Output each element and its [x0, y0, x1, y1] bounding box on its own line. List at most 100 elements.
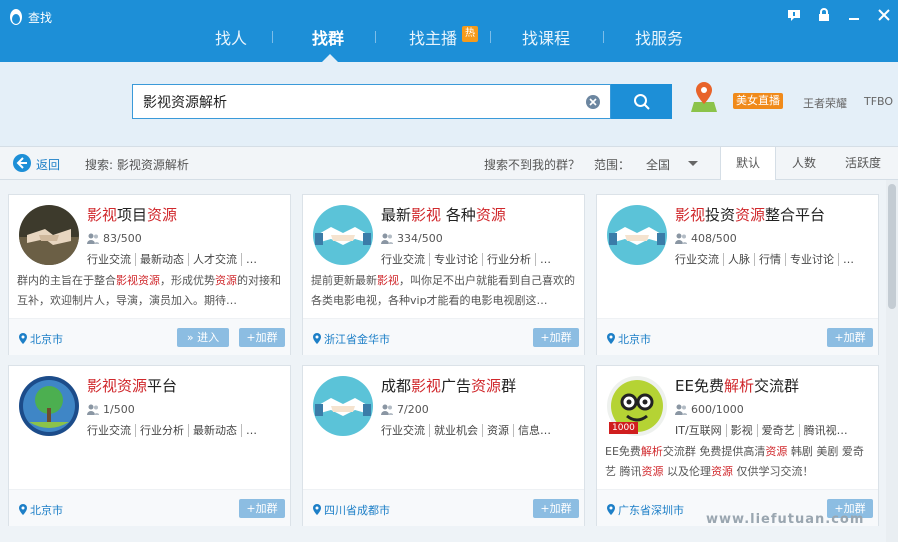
find-window: 查找 找人 找群 找主播 热 找课程 找服务 美女直播 王者荣耀 TFBO 返回… — [0, 0, 898, 542]
scrollbar-thumb[interactable] — [888, 184, 896, 309]
group-name-part: 影视 — [411, 206, 442, 224]
group-name[interactable]: 影视项目资源 — [87, 204, 177, 225]
group-name-part: 解析 — [723, 377, 754, 395]
group-avatar[interactable] — [607, 205, 667, 265]
group-tag: 最新动态 — [189, 424, 242, 437]
member-count-value: 600/1000 — [691, 403, 744, 416]
member-count: 83/500 — [87, 232, 142, 245]
join-group-button[interactable]: +加群 — [239, 328, 285, 347]
group-tags: 行业交流 最新动态 人才交流… — [87, 251, 287, 267]
group-tag: 专业讨论 — [430, 253, 483, 266]
close-icon[interactable] — [877, 8, 891, 22]
join-group-button[interactable]: +加群 — [239, 499, 285, 518]
join-group-button[interactable]: +加群 — [533, 499, 579, 518]
search-box — [132, 84, 611, 119]
group-card[interactable]: 影视投资资源整合平台 408/500 行业交流 人脉 行情 专业讨论 … 北京市 +加群 — [596, 194, 879, 355]
group-tag: IT/互联网 — [675, 424, 727, 437]
clear-icon[interactable] — [585, 94, 601, 110]
nav-divider — [603, 31, 604, 43]
location-text: 广东省深圳市 — [618, 504, 684, 517]
tab-find-courses[interactable]: 找课程 — [522, 25, 570, 49]
back-arrow-icon[interactable] — [12, 153, 32, 173]
group-location: 广东省深圳市 — [607, 502, 684, 518]
group-name-part: 资源 — [475, 206, 506, 224]
group-card[interactable]: 成都影视广告资源群 7/200 行业交流 就业机会 资源 信息… 四川省成都市 +加群 — [302, 365, 585, 526]
not-found-link[interactable]: 搜索不到我的群？ — [484, 156, 580, 173]
tab-find-groups[interactable]: 找群 — [312, 25, 344, 49]
promo-link[interactable]: TFBO — [864, 95, 893, 108]
search-input[interactable] — [143, 93, 573, 111]
nav-divider — [490, 31, 491, 43]
card-footer: 北京市 +加群 — [597, 318, 878, 355]
group-tag: … — [843, 253, 854, 266]
sort-tab-activity[interactable]: 活跃度 — [832, 147, 894, 179]
description-part: 仅供学习交流！ — [733, 465, 814, 478]
group-avatar[interactable] — [19, 376, 79, 436]
enter-button[interactable]: » 进入 — [177, 328, 229, 347]
group-description: 群内的主旨在于整合影视资源，形成优势资源的对接和互补，欢迎制片人，导演，演员加入… — [17, 271, 283, 311]
results-toolbar: 返回 搜索: 影视资源解析 搜索不到我的群？ 范围： 全国 默认 人数 活跃度 — [0, 146, 898, 180]
group-tag: 行业分析 — [483, 253, 536, 266]
join-group-button[interactable]: +加群 — [533, 328, 579, 347]
back-link[interactable]: 返回 — [36, 156, 60, 173]
group-name[interactable]: 最新影视 各种资源 — [381, 204, 506, 225]
group-name[interactable]: 成都影视广告资源群 — [381, 375, 516, 396]
group-name-part: 整合平台 — [765, 206, 826, 224]
map-pin-icon[interactable] — [690, 80, 718, 114]
search-area: 美女直播 王者荣耀 TFBO — [0, 62, 898, 146]
join-group-button[interactable]: +加群 — [827, 328, 873, 347]
sort-tab-members[interactable]: 人数 — [778, 147, 830, 179]
description-part: 影视资源 — [116, 274, 160, 287]
group-avatar[interactable] — [313, 205, 373, 265]
group-card[interactable]: 1000 EE免费解析交流群 600/1000 IT/互联网 影视 爱奇艺 腾讯视… EE免费… — [596, 365, 879, 526]
group-name-part: EE免费 — [675, 377, 724, 395]
group-card[interactable]: 影视资源平台 1/500 行业交流 行业分析 最新动态 … 北京市 +加群 — [8, 365, 291, 526]
member-count: 334/500 — [381, 232, 443, 245]
feedback-icon[interactable] — [787, 8, 801, 22]
group-card[interactable]: 最新影视 各种资源 334/500 行业交流 专业讨论 行业分析 … 提前更新最新影视，叫你… — [302, 194, 585, 355]
live-badge[interactable]: 美女直播 — [733, 93, 783, 109]
search-query-label: 搜索: 影视资源解析 — [85, 158, 189, 172]
group-tag: 行业交流 — [675, 253, 724, 266]
group-location: 北京市 — [607, 331, 651, 347]
group-tag: … — [246, 253, 257, 266]
description-part: EE免费 — [605, 445, 641, 458]
tab-find-streamers[interactable]: 找主播 — [409, 25, 457, 49]
promo-link[interactable]: 王者荣耀 — [803, 95, 847, 111]
chevron-down-icon[interactable] — [688, 161, 698, 166]
group-avatar[interactable] — [313, 376, 373, 436]
description-part: 资源 — [641, 465, 664, 478]
sort-tab-default[interactable]: 默认 — [720, 147, 776, 180]
group-name[interactable]: 影视投资资源整合平台 — [675, 204, 825, 225]
members-icon — [381, 403, 397, 416]
scope-select[interactable]: 全国 — [646, 156, 670, 173]
scrollbar[interactable] — [886, 180, 898, 542]
group-name[interactable]: 影视资源平台 — [87, 375, 177, 396]
group-card[interactable]: 影视项目资源 83/500 行业交流 最新动态 人才交流… 群内的主旨在于整合影视资源，形… — [8, 194, 291, 355]
lock-icon[interactable] — [817, 8, 831, 22]
group-location: 北京市 — [19, 502, 63, 518]
description-part: 资源 — [215, 274, 237, 287]
member-count: 1/500 — [87, 403, 135, 416]
search-icon — [634, 94, 650, 110]
tab-find-people[interactable]: 找人 — [215, 25, 247, 49]
group-name[interactable]: EE免费解析交流群 — [675, 375, 799, 396]
group-avatar[interactable] — [19, 205, 79, 265]
group-name-part: 广告 — [441, 377, 472, 395]
group-tags: 行业交流 专业讨论 行业分析… — [381, 251, 581, 267]
description-part: 解析 — [640, 445, 663, 458]
description-part: 以及伦理 — [663, 465, 711, 478]
member-count-value: 1/500 — [103, 403, 135, 416]
scope-label: 范围： — [594, 158, 631, 172]
group-name-part: 影视 — [87, 206, 118, 224]
group-tags: 行业交流 人脉 行情 专业讨论… — [675, 251, 875, 267]
tab-find-services[interactable]: 找服务 — [635, 25, 683, 49]
group-name-part: 资源 — [471, 377, 502, 395]
results-grid: 影视项目资源 83/500 行业交流 最新动态 人才交流… 群内的主旨在于整合影视资源，形… — [0, 180, 886, 542]
member-count: 408/500 — [675, 232, 737, 245]
window-title: 查找 — [28, 11, 53, 25]
search-button[interactable] — [611, 84, 672, 119]
group-tag: 影视 — [726, 424, 758, 437]
minimize-icon[interactable] — [847, 8, 861, 22]
location-text: 四川省成都市 — [324, 504, 390, 517]
